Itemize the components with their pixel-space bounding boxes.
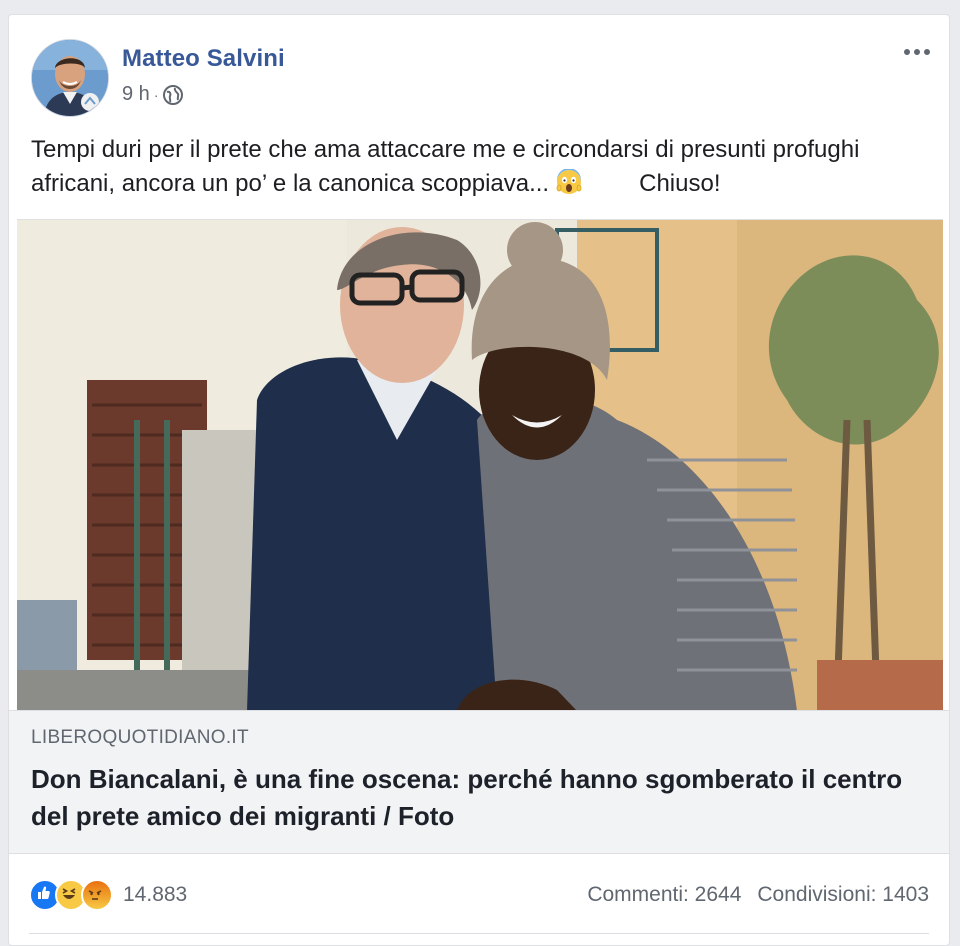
link-preview[interactable]: LIBEROQUOTIDIANO.IT Don Biancalani, è un… bbox=[9, 710, 949, 854]
author-name[interactable]: Matteo Salvini bbox=[122, 45, 285, 73]
author-avatar[interactable] bbox=[31, 39, 109, 117]
more-dot bbox=[914, 49, 920, 55]
reactions-summary[interactable]: 14.883 bbox=[29, 879, 187, 911]
post-text-main: Tempi duri per il prete che ama attaccar… bbox=[31, 136, 860, 197]
post-time[interactable]: 9 h bbox=[122, 83, 150, 106]
link-headline[interactable]: Don Biancalani, è una fine oscena: perch… bbox=[31, 761, 931, 835]
engagement-counts: Commenti: 2644 Condivisioni: 1403 bbox=[587, 883, 929, 907]
post-text: Tempi duri per il prete che ama attaccar… bbox=[31, 133, 931, 201]
comments-count[interactable]: Commenti: 2644 bbox=[587, 883, 741, 907]
angry-icon bbox=[81, 879, 113, 911]
post-text-end: Chiuso! bbox=[639, 170, 721, 197]
more-dot bbox=[904, 49, 910, 55]
globe-icon[interactable] bbox=[162, 84, 184, 106]
post-meta: 9 h · bbox=[122, 83, 184, 106]
footer-divider bbox=[29, 933, 929, 934]
meta-separator: · bbox=[153, 86, 159, 103]
post-footer: 14.883 Commenti: 2644 Condivisioni: 1403 bbox=[9, 865, 949, 925]
link-domain: LIBEROQUOTIDIANO.IT bbox=[31, 727, 249, 748]
screaming-face-icon bbox=[556, 168, 582, 195]
reactions-count: 14.883 bbox=[123, 883, 188, 906]
more-options-icon[interactable] bbox=[899, 41, 935, 63]
more-dot bbox=[924, 49, 930, 55]
link-preview-image[interactable] bbox=[17, 219, 943, 711]
shares-count[interactable]: Condivisioni: 1403 bbox=[757, 883, 929, 907]
post-card: Matteo Salvini 9 h · Tempi duri per il p… bbox=[8, 14, 950, 946]
